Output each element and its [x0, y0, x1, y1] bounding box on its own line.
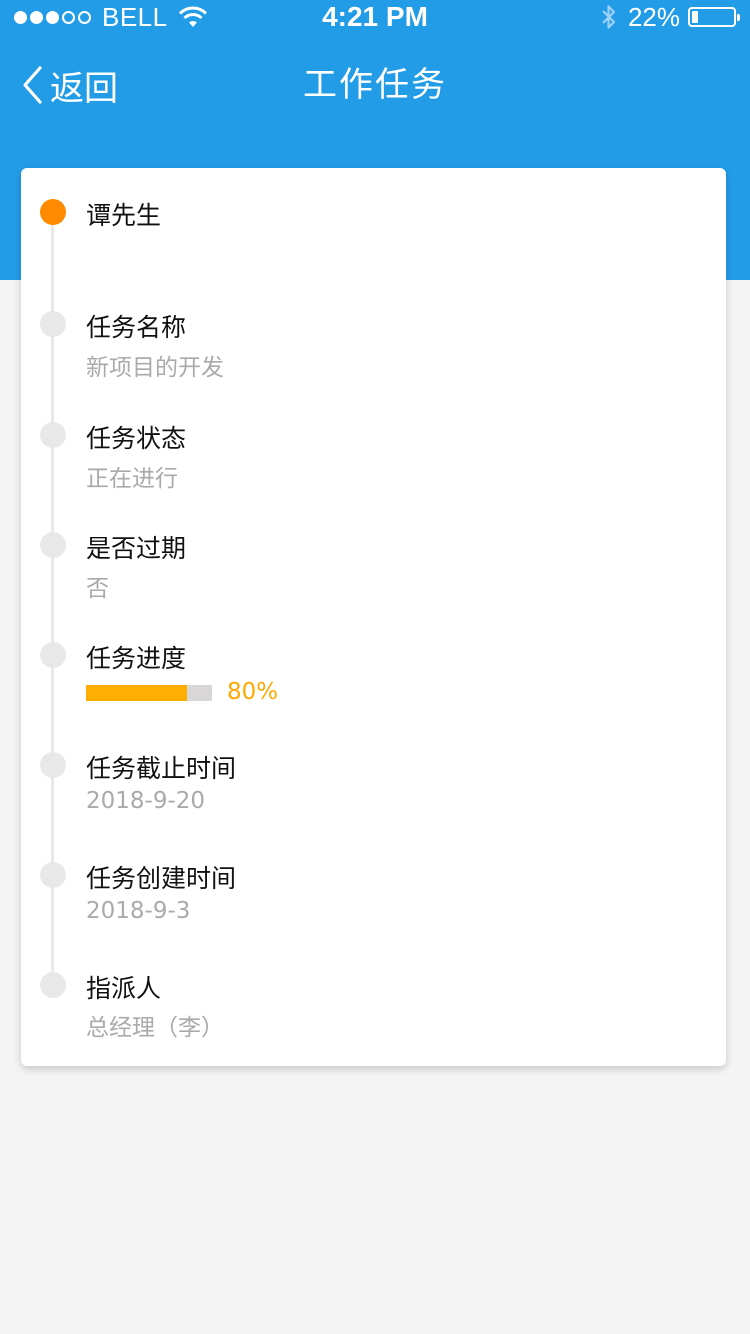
- task-name-value: 新项目的开发: [86, 355, 224, 381]
- expired-value: 否: [86, 576, 109, 602]
- progress-bar-fill: [86, 685, 187, 701]
- task-name-label: 任务名称: [86, 313, 187, 342]
- created-label: 任务创建时间: [86, 864, 237, 893]
- task-status-label: 任务状态: [86, 424, 187, 453]
- task-status-value: 正在进行: [86, 466, 178, 492]
- deadline-label: 任务截止时间: [86, 754, 237, 783]
- progress-bar: [86, 685, 212, 701]
- person-name: 谭先生: [86, 201, 162, 230]
- assigner-label: 指派人: [86, 974, 162, 1003]
- task-detail-card: 谭先生 任务名称 新项目的开发 任务状态 正在进行 是否过期 否 任务进度 80…: [21, 168, 726, 1066]
- progress-percent: 80%: [227, 679, 279, 705]
- bluetooth-icon: [602, 5, 616, 29]
- progress-label: 任务进度: [86, 644, 187, 673]
- timeline-bullet: [40, 752, 66, 778]
- battery-percent: 22%: [627, 1, 680, 32]
- nav-bar: 返回 工作任务: [0, 50, 750, 120]
- timeline-bullet: [40, 642, 66, 668]
- timeline-bullet: [40, 311, 66, 337]
- expired-label: 是否过期: [86, 534, 187, 563]
- screen: BELL 4:21 PM 22% 返回 工作任务 谭先生 任务名称 新项目的开发…: [0, 0, 750, 1334]
- timeline-bullet: [40, 862, 66, 888]
- status-right: 22%: [600, 0, 740, 34]
- assigner-value: 总经理（李）: [86, 1015, 224, 1041]
- timeline-bullet: [40, 422, 66, 448]
- chevron-left-icon: [23, 66, 42, 104]
- timeline-bullet-active: [40, 199, 66, 225]
- battery-icon: [688, 7, 740, 27]
- status-bar: BELL 4:21 PM 22%: [0, 0, 750, 34]
- timeline-bullet: [40, 972, 66, 998]
- deadline-value: 2018-9-20: [86, 788, 206, 814]
- created-value: 2018-9-3: [86, 898, 191, 924]
- back-button[interactable]: 返回: [20, 50, 118, 120]
- back-label: 返回: [50, 68, 118, 109]
- battery-level-fill: [692, 11, 698, 23]
- timeline-bullet: [40, 532, 66, 558]
